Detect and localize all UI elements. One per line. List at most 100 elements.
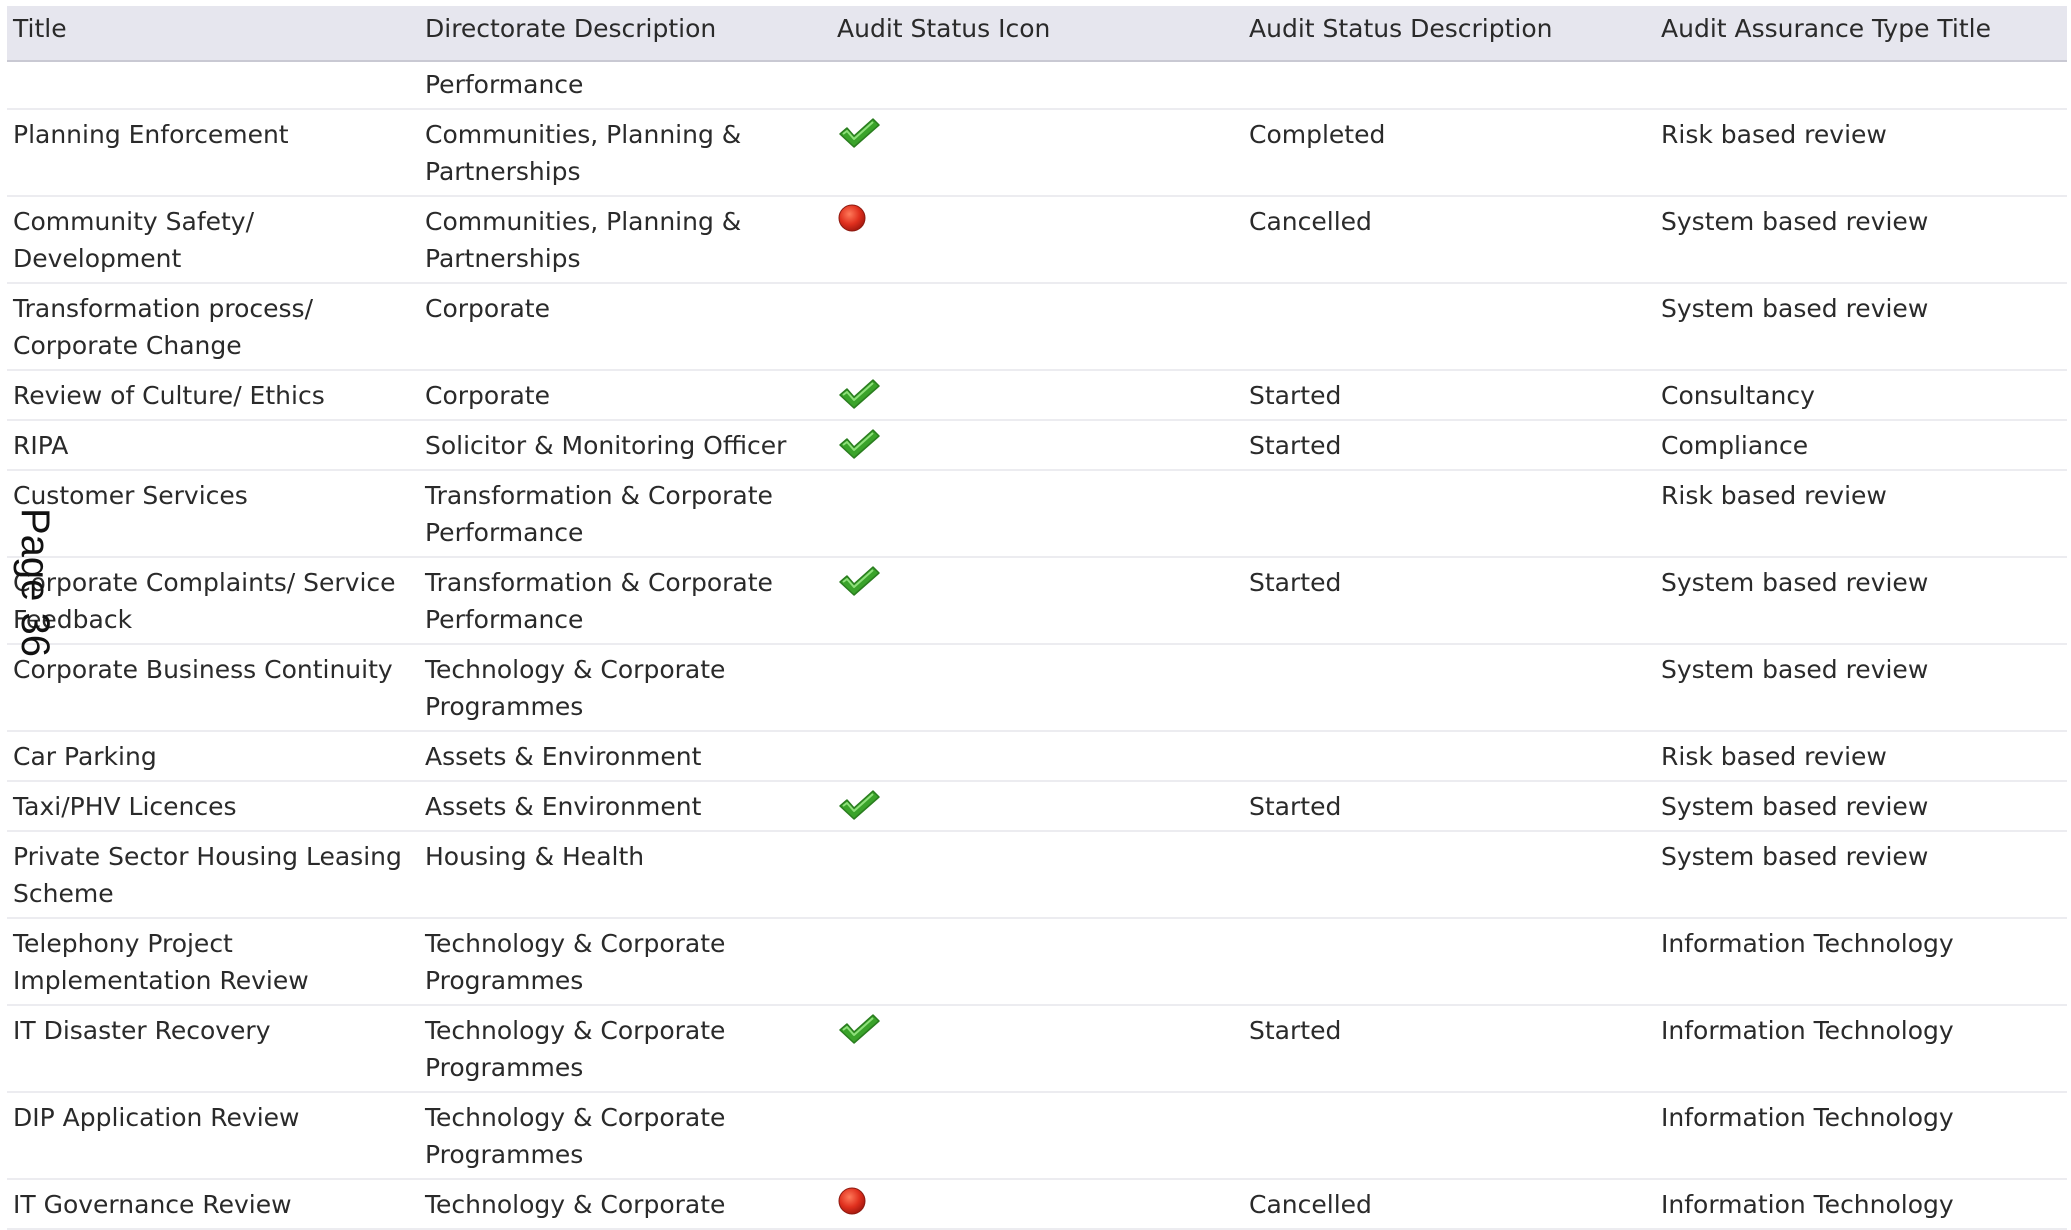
row-assurance: System based review bbox=[1655, 831, 2067, 919]
row-assurance: Compliance bbox=[1655, 420, 2067, 471]
row-title: IT Governance Review bbox=[7, 1179, 419, 1230]
row-assurance: System based review bbox=[1655, 283, 2067, 371]
row-status bbox=[1243, 644, 1655, 732]
table-row: RIPA Solicitor & Monitoring Officer Starte… bbox=[7, 420, 2067, 471]
row-title: RIPA bbox=[7, 420, 419, 471]
audit-status-table: Title Directorate Description Audit Stat… bbox=[7, 6, 2067, 1230]
row-status: Started bbox=[1243, 557, 1655, 645]
table-row: Community Safety/ Development Communities… bbox=[7, 196, 2067, 284]
column-header-status-icon: Audit Status Icon bbox=[831, 6, 1243, 62]
row-directorate: Communities, Planning & Partnerships bbox=[419, 109, 831, 197]
column-header-title: Title bbox=[7, 6, 419, 62]
row-title: Planning Enforcement bbox=[7, 109, 419, 197]
table-row: Corporate Complaints/ Service Feedback Tr… bbox=[7, 557, 2067, 645]
row-assurance: System based review bbox=[1655, 644, 2067, 732]
row-status-icon bbox=[831, 731, 1243, 782]
row-title: Car Parking bbox=[7, 731, 419, 782]
row-status bbox=[1243, 731, 1655, 782]
table-row: Customer Services Transformation & Corpor… bbox=[7, 470, 2067, 558]
table-row: Review of Culture/ Ethics Corporate Starte… bbox=[7, 370, 2067, 421]
green-check-icon bbox=[837, 116, 881, 150]
row-status-icon bbox=[831, 196, 1243, 284]
row-directorate: Solicitor & Monitoring Officer bbox=[419, 420, 831, 471]
row-title: Customer Services bbox=[7, 470, 419, 558]
table-row: Taxi/PHV Licences Assets & Environment Sta… bbox=[7, 781, 2067, 832]
row-directorate: Technology & Corporate Programmes bbox=[419, 918, 831, 1006]
row-status-icon bbox=[831, 420, 1243, 471]
row-assurance: Information Technology bbox=[1655, 1179, 2067, 1230]
green-check-icon bbox=[837, 1012, 881, 1046]
green-check-icon bbox=[837, 377, 881, 411]
column-header-directorate: Directorate Description bbox=[419, 6, 831, 62]
table-header-row: Title Directorate Description Audit Stat… bbox=[7, 6, 2067, 62]
table-row: DIP Application Review Technology & Corpo… bbox=[7, 1092, 2067, 1180]
row-title: IT Disaster Recovery bbox=[7, 1005, 419, 1093]
row-assurance bbox=[1655, 61, 2067, 110]
row-directorate: Performance bbox=[419, 61, 831, 110]
green-check-icon bbox=[837, 427, 881, 461]
audit-table-container: Title Directorate Description Audit Stat… bbox=[7, 6, 2067, 1230]
table-row: Transformation process/ Corporate Change… bbox=[7, 283, 2067, 371]
row-directorate: Assets & Environment bbox=[419, 731, 831, 782]
row-title: Corporate Complaints/ Service Feedback bbox=[7, 557, 419, 645]
row-status bbox=[1243, 1092, 1655, 1180]
row-status-icon bbox=[831, 1092, 1243, 1180]
row-title: Telephony Project Implementation Review bbox=[7, 918, 419, 1006]
row-title: Corporate Business Continuity bbox=[7, 644, 419, 732]
row-status-icon bbox=[831, 470, 1243, 558]
row-status: Started bbox=[1243, 1005, 1655, 1093]
table-body: Performance Planning Enforcement Communiti… bbox=[7, 61, 2067, 1230]
row-status bbox=[1243, 61, 1655, 110]
row-assurance: System based review bbox=[1655, 781, 2067, 832]
column-header-assurance: Audit Assurance Type Title bbox=[1655, 6, 2067, 62]
row-title: Taxi/PHV Licences bbox=[7, 781, 419, 832]
row-title: Private Sector Housing Leasing Scheme bbox=[7, 831, 419, 919]
row-status bbox=[1243, 918, 1655, 1006]
row-status-icon bbox=[831, 1005, 1243, 1093]
row-status-icon bbox=[831, 781, 1243, 832]
row-status bbox=[1243, 283, 1655, 371]
row-title: Transformation process/ Corporate Change bbox=[7, 283, 419, 371]
row-assurance: Information Technology bbox=[1655, 1005, 2067, 1093]
table-row: IT Disaster Recovery Technology & Corpora… bbox=[7, 1005, 2067, 1093]
row-title bbox=[7, 61, 419, 110]
table-row: Private Sector Housing Leasing Scheme Hou… bbox=[7, 831, 2067, 919]
row-status-icon bbox=[831, 918, 1243, 1006]
green-check-icon bbox=[837, 564, 881, 598]
row-title: Community Safety/ Development bbox=[7, 196, 419, 284]
row-status-icon bbox=[831, 1179, 1243, 1230]
row-status-icon bbox=[831, 831, 1243, 919]
row-assurance: System based review bbox=[1655, 557, 2067, 645]
row-status: Cancelled bbox=[1243, 196, 1655, 284]
row-assurance: Information Technology bbox=[1655, 1092, 2067, 1180]
row-status: Completed bbox=[1243, 109, 1655, 197]
red-dot-icon bbox=[837, 1186, 881, 1220]
table-row: Telephony Project Implementation Review T… bbox=[7, 918, 2067, 1006]
table-row: Corporate Business Continuity Technology … bbox=[7, 644, 2067, 732]
row-status bbox=[1243, 470, 1655, 558]
table-row: IT Governance Review Technology & Corpora… bbox=[7, 1179, 2067, 1230]
row-assurance: Consultancy bbox=[1655, 370, 2067, 421]
row-directorate: Technology & Corporate Programmes bbox=[419, 1092, 831, 1180]
row-title: Review of Culture/ Ethics bbox=[7, 370, 419, 421]
row-status-icon bbox=[831, 109, 1243, 197]
row-directorate: Corporate bbox=[419, 370, 831, 421]
row-directorate: Technology & Corporate Programmes bbox=[419, 1005, 831, 1093]
row-status-icon bbox=[831, 61, 1243, 110]
row-assurance: Risk based review bbox=[1655, 470, 2067, 558]
row-status: Cancelled bbox=[1243, 1179, 1655, 1230]
row-assurance: Information Technology bbox=[1655, 918, 2067, 1006]
row-status-icon bbox=[831, 370, 1243, 421]
table-row: Planning Enforcement Communities, Plannin… bbox=[7, 109, 2067, 197]
row-assurance: Risk based review bbox=[1655, 731, 2067, 782]
red-dot-icon bbox=[837, 203, 881, 237]
table-row: Car Parking Assets & Environment Risk base… bbox=[7, 731, 2067, 782]
column-header-status: Audit Status Description bbox=[1243, 6, 1655, 62]
row-directorate: Housing & Health bbox=[419, 831, 831, 919]
row-directorate: Corporate bbox=[419, 283, 831, 371]
table-row: Performance bbox=[7, 61, 2067, 110]
row-directorate: Transformation & Corporate Performance bbox=[419, 470, 831, 558]
row-directorate: Communities, Planning & Partnerships bbox=[419, 196, 831, 284]
row-directorate: Assets & Environment bbox=[419, 781, 831, 832]
row-status: Started bbox=[1243, 781, 1655, 832]
